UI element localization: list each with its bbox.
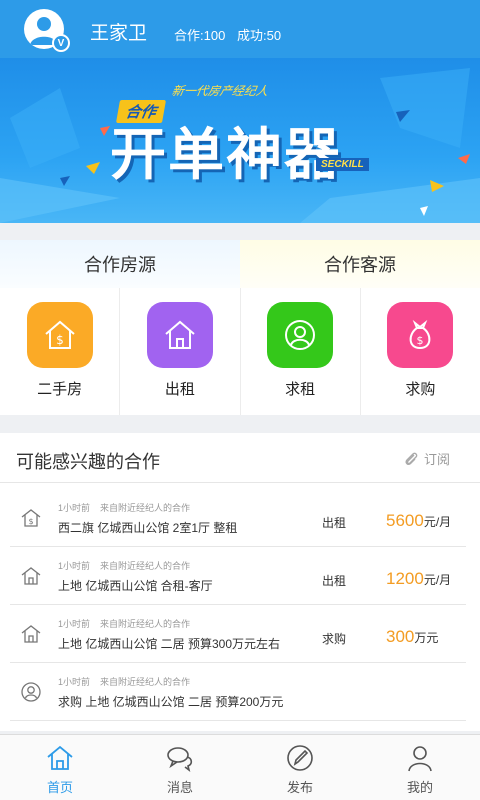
person-icon — [408, 746, 432, 772]
money-bag-icon: $ — [387, 302, 454, 368]
svg-text:$: $ — [28, 517, 33, 526]
nav-publish[interactable]: 发布 — [240, 735, 360, 800]
user-circle-icon — [21, 682, 41, 702]
nav-messages-label: 消息 — [166, 780, 193, 795]
top-header: V 王家卫 合作:100 成功:50 — [0, 0, 480, 58]
nav-messages[interactable]: 消息 — [120, 735, 240, 800]
item-price-value: 5600 — [386, 511, 424, 530]
list-item[interactable]: $ 1小时前 来自附近经纪人的合作 西二旗 亿城西山公馆 2室1厅 整租 出租 5… — [10, 489, 466, 547]
banner-seckill: SECKILL — [316, 158, 369, 171]
nav-publish-label: 发布 — [286, 780, 313, 795]
chat-icon — [167, 747, 193, 772]
item-price-value: 300 — [386, 627, 415, 646]
success-count: 成功:50 — [237, 28, 282, 43]
house-icon — [21, 567, 41, 585]
nav-home-label: 首页 — [46, 780, 73, 795]
item-description: 求购 上地 亿城西山公馆 二居 预算200万元 — [58, 695, 284, 709]
item-price-value: 1200 — [386, 569, 424, 588]
tab-cooperation-listings[interactable]: 合作房源 — [0, 240, 240, 288]
second-hand-house-label: 二手房 — [37, 381, 83, 398]
cooperation-tabs: 合作房源 合作客源 — [0, 240, 480, 288]
house-icon — [146, 302, 213, 368]
item-source: 来自附近经纪人的合作 — [100, 677, 191, 687]
seek-rent-button[interactable]: 求租 — [239, 288, 360, 415]
bottom-nav: 首页 消息 发布 我的 — [0, 734, 480, 800]
paperclip-icon — [405, 452, 418, 465]
compose-icon — [287, 745, 313, 771]
item-price: 1200元/月 — [386, 569, 451, 589]
nav-mine[interactable]: 我的 — [360, 735, 480, 800]
cooperation-panel: 合作房源 合作客源 $ 二手房 出租 求租 $ 求购 — [0, 240, 480, 415]
nav-mine-label: 我的 — [406, 780, 433, 795]
list-item[interactable]: 1小时前 来自附近经纪人的合作 求购 上地 亿城西山公馆 二居 预算200万元 — [10, 663, 466, 721]
svg-text:$: $ — [56, 333, 64, 347]
seek-buy-label: 求购 — [405, 381, 436, 398]
item-source: 来自附近经纪人的合作 — [100, 503, 191, 513]
item-time: 1小时前 — [58, 561, 91, 571]
item-price-unit: 元/月 — [423, 573, 452, 587]
list-item[interactable]: 1小时前 来自附近经纪人的合作 上地 亿城西山公馆 二居 预算300万元左右 求购… — [10, 605, 466, 663]
user-name: 王家卫 — [90, 23, 148, 44]
item-type: 出租 — [322, 574, 347, 588]
seek-rent-label: 求租 — [285, 381, 316, 398]
item-type: 出租 — [322, 516, 347, 530]
banner-title: 开单神器 — [110, 123, 342, 186]
item-price-unit: 万元 — [414, 631, 439, 645]
svg-text:$: $ — [417, 334, 424, 347]
list-item[interactable]: 1小时前 来自附近经纪人的合作 上地 亿城西山公馆 合租-客厅 出租 1200元/… — [10, 547, 466, 605]
item-source: 来自附近经纪人的合作 — [100, 561, 191, 571]
item-price: 5600元/月 — [386, 511, 451, 531]
cooperation-count: 合作:100 — [174, 28, 226, 43]
item-description: 上地 亿城西山公馆 合租-客厅 — [58, 579, 213, 593]
seek-buy-button[interactable]: $ 求购 — [359, 288, 480, 415]
interest-header: 可能感兴趣的合作 订阅 — [0, 433, 480, 483]
house-dollar-icon: $ — [21, 509, 41, 527]
interest-section: 可能感兴趣的合作 订阅 $ 1小时前 来自附近经纪人的合作 西二旗 亿城西山公馆 … — [0, 433, 480, 731]
item-price: 300万元 — [386, 627, 438, 647]
item-source: 来自附近经纪人的合作 — [100, 619, 191, 629]
rent-out-button[interactable]: 出租 — [119, 288, 239, 415]
subscribe-label: 订阅 — [423, 452, 450, 467]
item-description: 西二旗 亿城西山公馆 2室1厅 整租 — [58, 521, 238, 535]
house-icon — [21, 625, 41, 643]
item-time: 1小时前 — [58, 677, 91, 687]
verified-badge: V — [52, 34, 70, 52]
promo-banner[interactable]: 新一代房产经纪人 合作 开单神器 SECKILL — [0, 58, 480, 223]
item-time: 1小时前 — [58, 503, 91, 513]
item-time: 1小时前 — [58, 619, 91, 629]
second-hand-house-button[interactable]: $ 二手房 — [0, 288, 119, 415]
home-icon — [47, 745, 73, 770]
house-dollar-icon: $ — [26, 302, 93, 368]
item-price-unit: 元/月 — [423, 515, 452, 529]
user-circle-icon — [267, 302, 334, 368]
interest-title: 可能感兴趣的合作 — [16, 452, 160, 472]
subscribe-button[interactable]: 订阅 — [402, 449, 450, 468]
item-type: 求购 — [322, 632, 347, 646]
tab-cooperation-clients[interactable]: 合作客源 — [240, 240, 480, 288]
nav-home[interactable]: 首页 — [0, 735, 120, 800]
rent-out-label: 出租 — [164, 381, 195, 398]
banner-subtitle: 新一代房产经纪人 — [170, 84, 270, 98]
item-description: 上地 亿城西山公馆 二居 预算300万元左右 — [58, 637, 281, 651]
